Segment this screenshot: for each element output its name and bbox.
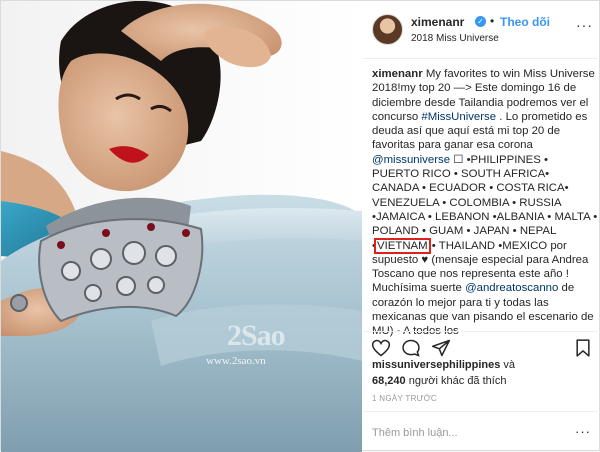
liked-by-and: và	[500, 359, 516, 371]
avatar[interactable]	[372, 14, 403, 45]
share-icon[interactable]	[431, 338, 451, 358]
instagram-post: 2Sao www.2sao.vn ximenanr ✓ • Theo dõi 2…	[0, 0, 600, 452]
header-username[interactable]: ximenanr	[411, 15, 464, 29]
crown-jewel	[38, 197, 204, 323]
post-header: ximenanr ✓ • Theo dõi 2018 Miss Universe…	[363, 1, 600, 59]
comment-input[interactable]: Thêm bình luận...	[372, 427, 458, 439]
likes-count-line[interactable]: 68,240 người khác đã thích	[372, 375, 506, 387]
likes-count[interactable]: 68,240	[372, 375, 406, 387]
liker-username[interactable]: missuniversephilippines	[372, 359, 500, 371]
action-bar	[363, 331, 600, 357]
photo-illustration	[1, 1, 362, 452]
liked-by-line: missuniversephilippines và	[372, 359, 515, 371]
heart-icon[interactable]	[371, 338, 391, 358]
hashtag-link[interactable]: #MissUniverse	[421, 111, 496, 123]
watermark-logo-text: 2Sao	[227, 319, 286, 352]
caption-text-3: ☐ •PHILIPPINES • PUERTO RICO • SOUTH AFR…	[372, 153, 598, 252]
caption-username[interactable]: ximenanr	[372, 68, 423, 80]
post-side-panel: ximenanr ✓ • Theo dõi 2018 Miss Universe…	[363, 1, 600, 452]
comment-icon[interactable]	[401, 338, 421, 358]
mention-link-andreatoscanno[interactable]: @andreatoscanno	[465, 282, 558, 294]
follow-button[interactable]: Theo dõi	[500, 15, 550, 29]
post-photo[interactable]: 2Sao www.2sao.vn	[1, 1, 362, 452]
post-timestamp[interactable]: 1 NGÀY TRƯỚC	[372, 394, 437, 403]
watermark-url: www.2sao.vn	[206, 355, 266, 367]
ring-jewel	[10, 294, 28, 312]
mention-link-missuniverse[interactable]: @missuniverse	[372, 154, 450, 166]
more-options-icon[interactable]: ···	[576, 17, 593, 33]
likes-others-text: người khác đã thích	[405, 375, 507, 387]
comment-bar: Thêm bình luận... ···	[363, 411, 600, 452]
location-link[interactable]: 2018 Miss Universe	[411, 33, 499, 44]
comment-more-icon[interactable]: ···	[575, 424, 591, 439]
header-separator: •	[490, 14, 495, 28]
post-caption: ximenanr My favorites to win Miss Univer…	[372, 67, 598, 339]
bookmark-icon[interactable]	[573, 338, 593, 358]
verified-badge-icon: ✓	[475, 16, 486, 27]
watermark-logo: 2Sao	[227, 319, 286, 353]
highlighted-word-box: VIETNAM	[374, 237, 431, 254]
